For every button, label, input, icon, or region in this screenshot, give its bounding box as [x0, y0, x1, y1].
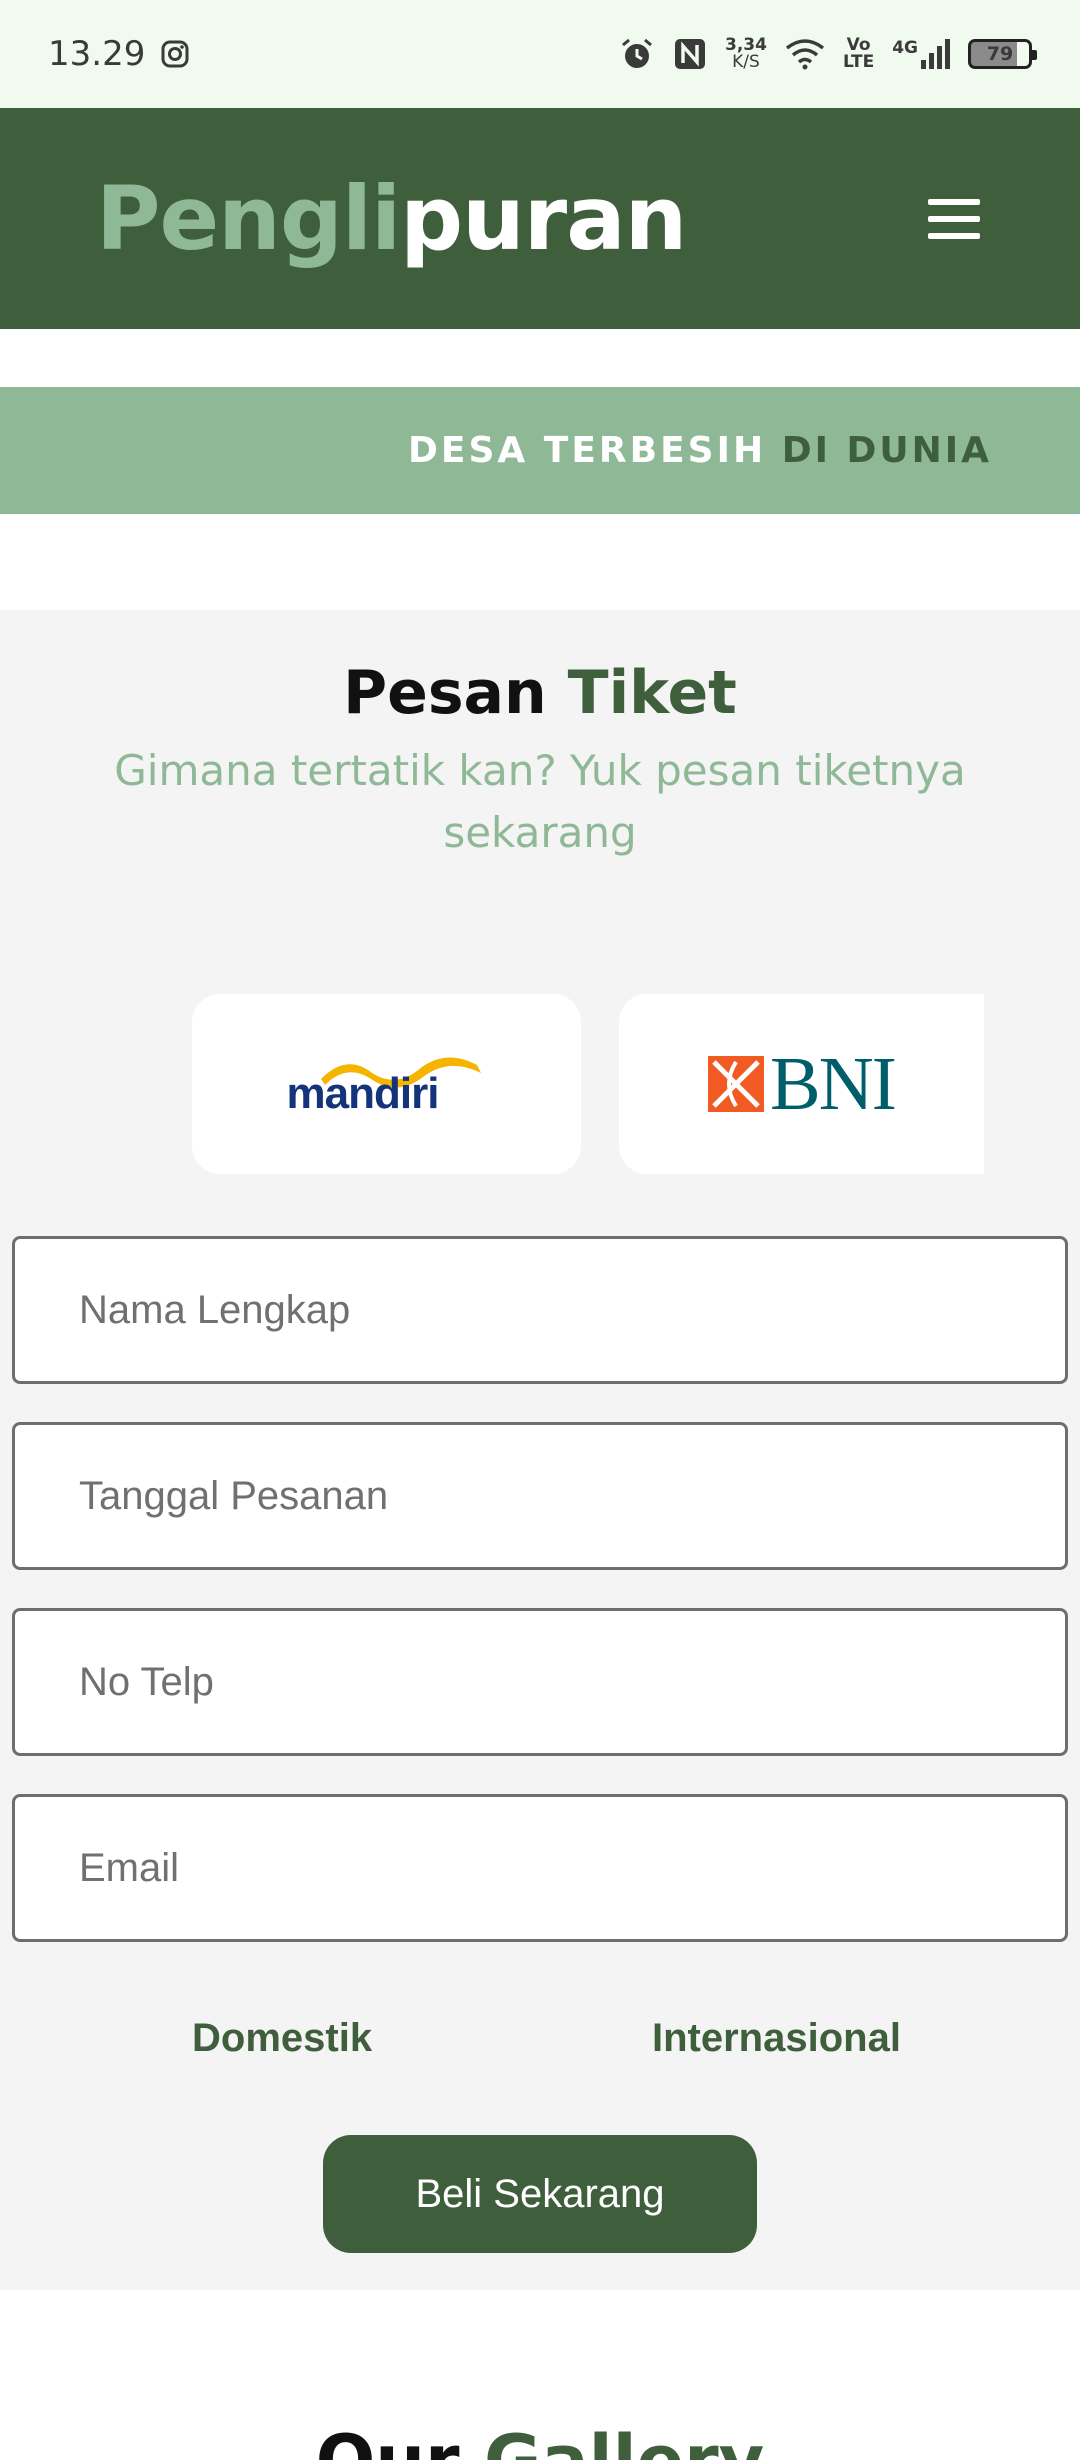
- hero-banner: DESA TERBESIH DI DUNIA: [0, 387, 1080, 514]
- buy-now-button[interactable]: Beli Sekarang: [323, 2135, 757, 2253]
- wifi-icon: [785, 39, 825, 70]
- status-time: 13.29: [48, 34, 146, 74]
- banner-text-green: DI DUNIA: [781, 430, 992, 471]
- bni-text: BNI: [770, 1042, 897, 1126]
- email-field[interactable]: [12, 1794, 1068, 1942]
- full-name-input[interactable]: [79, 1287, 1065, 1333]
- order-date-field[interactable]: [12, 1422, 1068, 1570]
- signal-icon: [921, 39, 950, 69]
- battery-level: 79: [986, 43, 1014, 65]
- bank-card-bni[interactable]: BNI: [619, 994, 984, 1174]
- volte-indicator: Vo LTE: [843, 37, 874, 71]
- nfc-icon: [675, 39, 706, 69]
- bank-card-mandiri[interactable]: mandiri: [192, 994, 581, 1174]
- email-input[interactable]: [79, 1845, 1065, 1891]
- logo-part1: Pengli: [96, 167, 401, 270]
- ticket-title: Pesan Tiket: [0, 658, 1080, 728]
- alarm-icon: [622, 38, 652, 68]
- mandiri-logo: mandiri: [287, 1049, 487, 1119]
- status-bar: 13.29 3,34 K/S Vo LTE 4G 79: [0, 0, 1080, 108]
- banner-text-white: DESA TERBESIH: [407, 430, 767, 471]
- mandiri-text: mandiri: [286, 1069, 440, 1118]
- banner-text: DESA TERBESIH DI DUNIA: [408, 430, 992, 471]
- ticket-title-part2: Tiket: [567, 658, 737, 728]
- cell-signal: 4G: [892, 38, 950, 70]
- menu-icon[interactable]: [928, 198, 980, 239]
- ticket-subtitle: Gimana tertatik kan? Yuk pesan tiketnya …: [114, 746, 966, 857]
- status-right: 3,34 K/S Vo LTE 4G 79: [619, 36, 1037, 72]
- gallery-title-part1: Our: [316, 2420, 460, 2460]
- bni-mark-icon: [708, 1056, 765, 1112]
- phone-input[interactable]: [79, 1659, 1065, 1705]
- network-type: 4G: [892, 38, 918, 58]
- ticket-section: Pesan Tiket Gimana tertatik kan? Yuk pes…: [0, 610, 1080, 2290]
- visitor-type-options: Domestik Internasional: [0, 2016, 1080, 2076]
- option-international[interactable]: Internasional: [652, 2016, 901, 2061]
- phone-field[interactable]: [12, 1608, 1068, 1756]
- logo-part2: puran: [400, 167, 687, 270]
- status-left: 13.29: [48, 34, 189, 74]
- gallery-title: Our Gallery: [0, 2420, 1080, 2460]
- option-domestic[interactable]: Domestik: [192, 2016, 372, 2061]
- instagram-icon: [161, 40, 189, 68]
- net-speed: 3,34 K/S: [725, 37, 767, 71]
- full-name-field[interactable]: [12, 1236, 1068, 1384]
- site-logo[interactable]: Penglipuran: [96, 167, 687, 270]
- battery-icon: 79: [968, 39, 1037, 69]
- bni-logo: BNI: [708, 1042, 897, 1126]
- site-header: Penglipuran: [0, 108, 1080, 329]
- gallery-title-part2: Gallery: [484, 2420, 764, 2460]
- ticket-title-part1: Pesan: [343, 658, 547, 728]
- volte-bottom: LTE: [842, 52, 875, 72]
- net-speed-unit: K/S: [732, 52, 760, 72]
- order-date-input[interactable]: [79, 1473, 1065, 1519]
